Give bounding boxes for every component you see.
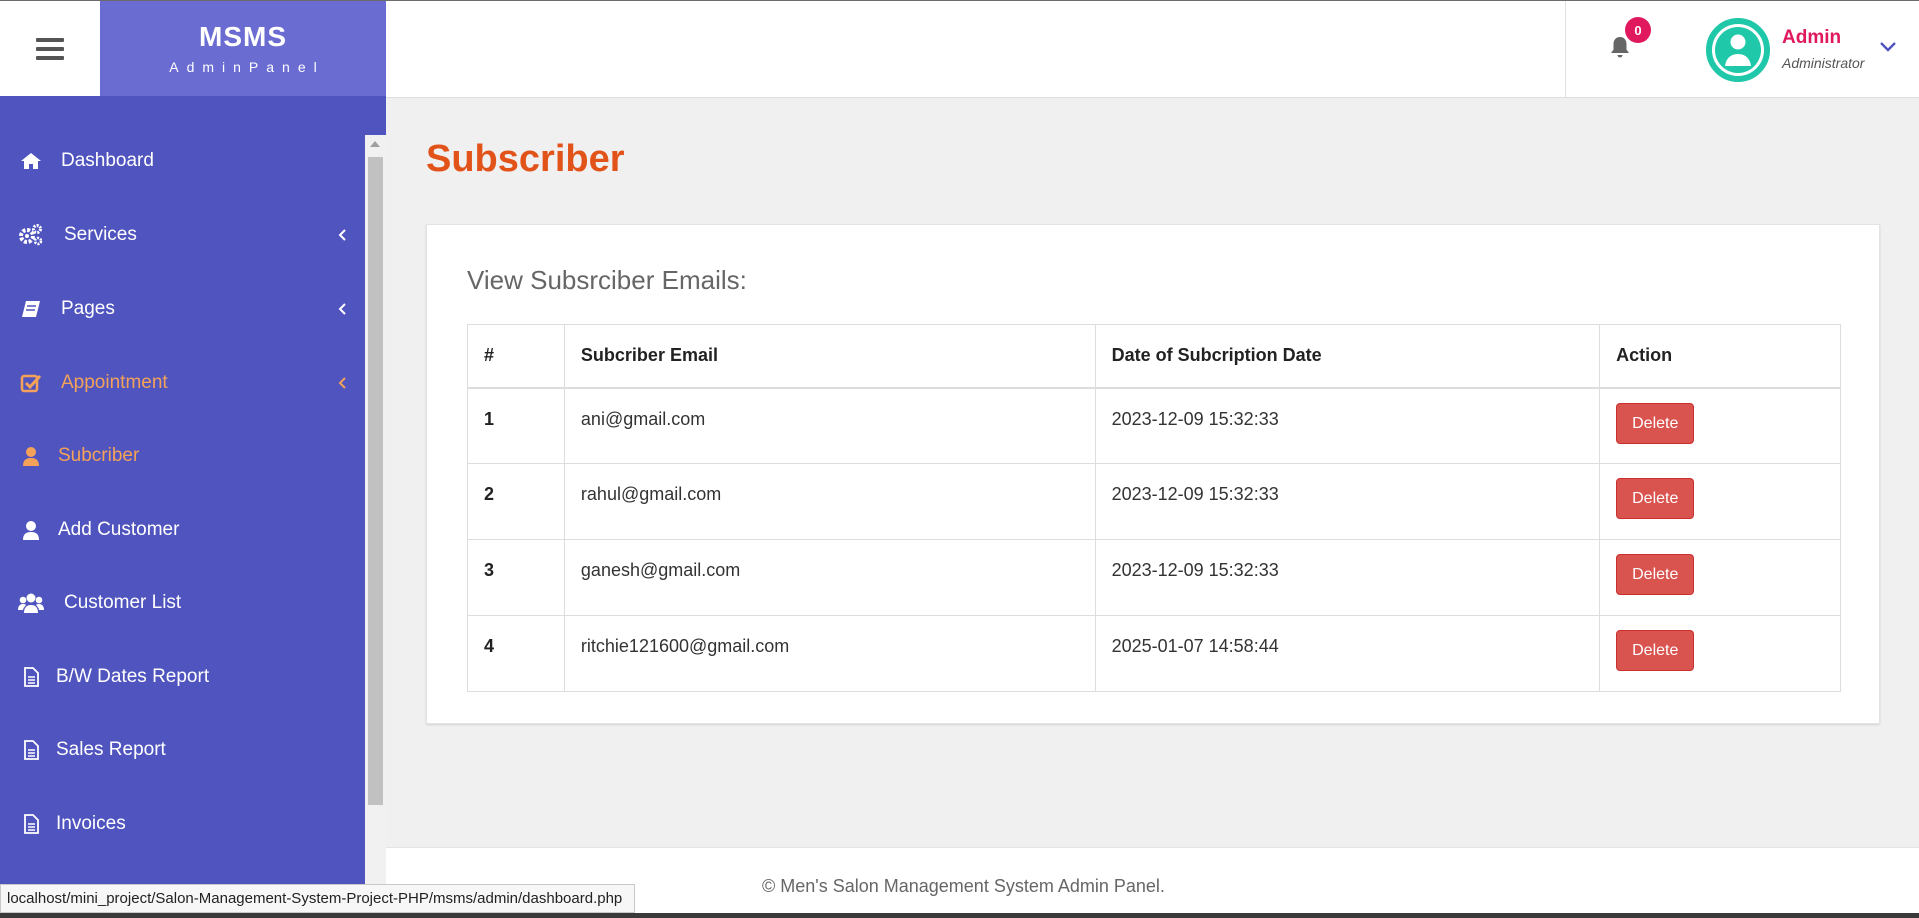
avatar[interactable] (1706, 18, 1770, 82)
home-icon (18, 148, 44, 174)
column-header-action: Action (1599, 324, 1841, 389)
brand-subtitle: AdminPanel (169, 59, 325, 75)
check-square-icon (18, 370, 44, 396)
sidebar-scrollbar-thumb[interactable] (368, 157, 383, 805)
column-header-date: Date of Subcription Date (1094, 324, 1601, 389)
sidebar-item-label: Subcriber (58, 445, 140, 466)
sidebar-item-label: Add Customer (58, 519, 180, 540)
delete-button[interactable]: Delete (1616, 478, 1695, 519)
sidebar-item-dashboard[interactable]: Dashboard (0, 131, 365, 191)
menu-toggle-button[interactable] (0, 1, 100, 96)
table-row: 3 ganesh@gmail.com 2023-12-09 15:32:33 D… (467, 539, 1841, 616)
subscriber-email: ganesh@gmail.com (563, 539, 1096, 616)
status-bar-url: localhost/mini_project/Salon-Management-… (0, 884, 635, 913)
subscriber-table-wrapper: # Subcriber Email Date of Subcription Da… (467, 324, 1841, 692)
sidebar-item-services[interactable]: Services (0, 205, 365, 265)
user-role: Administrator (1782, 55, 1865, 71)
sidebar-item-pages[interactable]: Pages (0, 279, 365, 339)
chevron-left-icon (338, 229, 346, 241)
table-header-row: # Subcriber Email Date of Subcription Da… (467, 324, 1841, 389)
user-icon (18, 443, 44, 469)
subscription-date: 2025-01-07 14:58:44 (1094, 615, 1601, 692)
delete-button[interactable]: Delete (1616, 402, 1695, 444)
sidebar-item-label: Dashboard (61, 150, 154, 171)
cogs-icon (18, 222, 44, 248)
sidebar-item-subcriber[interactable]: Subcriber (0, 426, 365, 486)
subscription-date: 2023-12-09 15:32:33 (1094, 387, 1601, 464)
panel-heading: View Subsrciber Emails: (467, 265, 747, 295)
chevron-left-icon (338, 303, 346, 315)
table-row: 1 ani@gmail.com 2023-12-09 15:32:33 Dele… (467, 387, 1841, 464)
header-divider (1565, 1, 1566, 98)
row-actions: Delete (1599, 615, 1841, 692)
table-row: 2 rahul@gmail.com 2023-12-09 15:32:33 De… (467, 463, 1841, 540)
column-header-email: Subcriber Email (563, 324, 1096, 389)
sidebar-item-customer-list[interactable]: Customer List (0, 573, 365, 633)
sidebar-item-sales-report[interactable]: Sales Report (0, 720, 365, 780)
file-icon (18, 737, 44, 763)
subscriber-email: rahul@gmail.com (563, 463, 1096, 540)
sidebar-item-label: Sales Report (56, 739, 166, 760)
sidebar-item-label: B/W Dates Report (56, 666, 210, 687)
subscriber-panel: View Subsrciber Emails: # Subcriber Emai… (426, 224, 1880, 724)
sidebar-item-label: Pages (61, 298, 115, 319)
file-icon (18, 811, 44, 837)
column-header-number: # (467, 324, 565, 389)
top-header: 0 Admin Administrator (386, 1, 1919, 98)
subscriber-email: ritchie121600@gmail.com (563, 615, 1096, 692)
brand-title: MSMS (199, 21, 287, 52)
row-number: 3 (467, 539, 565, 616)
delete-button[interactable]: Delete (1616, 554, 1695, 595)
subscription-date: 2023-12-09 15:32:33 (1094, 539, 1601, 616)
book-icon (18, 296, 44, 322)
sidebar: Dashboard Services Pages Appointment Sub… (0, 96, 386, 918)
sidebar-item-invoices[interactable]: Invoices (0, 794, 365, 854)
chevron-left-icon (338, 377, 346, 389)
row-number: 1 (467, 387, 565, 464)
row-actions: Delete (1599, 539, 1841, 616)
user-icon (18, 517, 44, 543)
subscriber-email: ani@gmail.com (563, 387, 1096, 464)
row-actions: Delete (1599, 387, 1841, 464)
subscriber-table: # Subcriber Email Date of Subcription Da… (467, 324, 1841, 692)
row-actions: Delete (1599, 463, 1841, 540)
sidebar-item-bw-dates-report[interactable]: B/W Dates Report (0, 647, 365, 707)
hamburger-icon (36, 37, 64, 60)
row-number: 4 (467, 615, 565, 692)
user-name[interactable]: Admin (1782, 27, 1841, 49)
sidebar-item-label: Invoices (56, 813, 126, 834)
file-icon (18, 664, 44, 690)
table-row: 4 ritchie121600@gmail.com 2025-01-07 14:… (467, 615, 1841, 692)
sidebar-item-label: Services (64, 224, 137, 245)
row-number: 2 (467, 463, 565, 540)
taskbar-edge (0, 913, 1919, 918)
sidebar-item-label: Customer List (64, 592, 182, 613)
sidebar-item-add-customer[interactable]: Add Customer (0, 500, 365, 560)
notification-badge: 0 (1625, 17, 1651, 43)
users-icon (18, 590, 44, 616)
chevron-down-icon[interactable] (1878, 37, 1898, 57)
footer-copyright: © Men's Salon Management System Admin Pa… (762, 876, 1165, 896)
delete-button[interactable]: Delete (1616, 630, 1695, 671)
scroll-up-arrow-icon[interactable] (370, 141, 380, 147)
sidebar-item-label: Appointment (61, 372, 168, 393)
brand-logo[interactable]: MSMS AdminPanel (100, 1, 386, 96)
page-title: Subscriber (426, 138, 625, 180)
sidebar-item-appointment[interactable]: Appointment (0, 353, 365, 413)
subscription-date: 2023-12-09 15:32:33 (1094, 463, 1601, 540)
